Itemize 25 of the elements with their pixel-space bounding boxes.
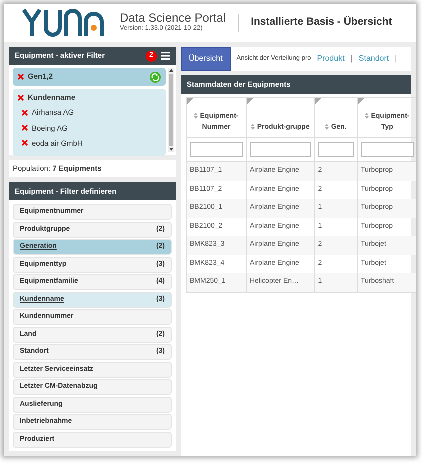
menu-icon[interactable] <box>161 52 170 60</box>
sort-icon[interactable] <box>325 124 330 130</box>
filter-field[interactable] <box>318 142 354 157</box>
page-title: Installierte Basis - Übersicht <box>251 15 392 30</box>
sort-icon[interactable] <box>365 113 370 120</box>
filter-field[interactable] <box>360 142 414 157</box>
separator: | <box>350 53 353 65</box>
corner-triangle-icon <box>358 98 365 105</box>
separator: | <box>395 53 398 65</box>
remove-icon[interactable] <box>22 110 28 116</box>
filter-field[interactable] <box>190 142 243 157</box>
sort-icon[interactable] <box>194 113 198 120</box>
remove-icon[interactable] <box>22 140 28 146</box>
corner-triangle-icon <box>247 98 254 105</box>
app-title: Data Science Portal <box>120 12 226 24</box>
reset-icon[interactable] <box>150 72 161 82</box>
remove-icon[interactable] <box>22 125 28 132</box>
corner-triangle-icon <box>315 98 322 105</box>
filter-field[interactable] <box>250 142 312 157</box>
view-tab[interactable]: Übersicht <box>181 47 231 71</box>
sort-icon[interactable] <box>251 124 256 130</box>
corner-triangle-icon <box>187 98 194 105</box>
remove-icon[interactable] <box>18 94 24 101</box>
remove-icon[interactable] <box>18 74 24 80</box>
scrollbar[interactable] <box>168 68 174 152</box>
